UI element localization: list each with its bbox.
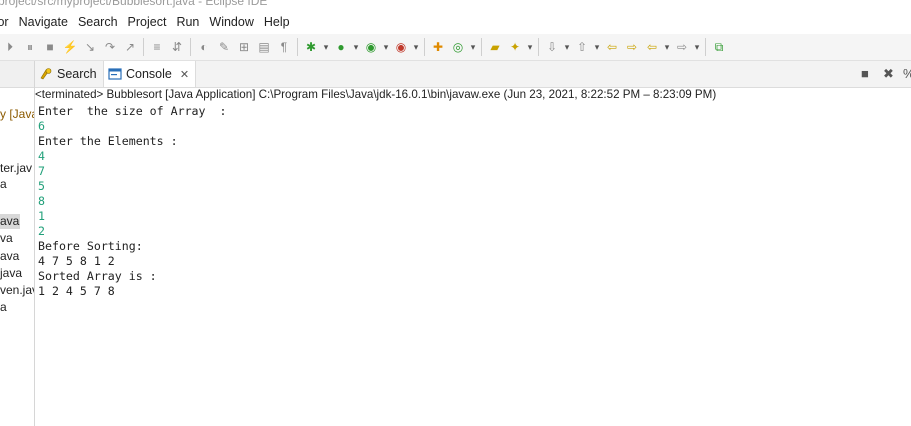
dropdown-arrow-icon[interactable]: ▾ [693, 39, 701, 55]
package-explorer-item[interactable]: ava [0, 214, 20, 229]
package-explorer-item[interactable]: a [0, 177, 7, 192]
dropdown-arrow-icon[interactable]: ▾ [593, 39, 601, 55]
close-icon[interactable]: ✕ [180, 68, 189, 81]
console-output-line: Sorted Array is : [38, 269, 157, 283]
new-java-package-icon[interactable]: ✚ [430, 39, 446, 55]
console-output-line: Enter the size of Array : [38, 104, 227, 118]
dropdown-arrow-icon[interactable]: ▾ [663, 39, 671, 55]
forward-edit-icon[interactable]: ⇨ [624, 39, 640, 55]
clear-console-icon[interactable]: ■ [861, 66, 869, 82]
console-output-line: Enter the Elements : [38, 134, 178, 148]
console-output-line: 1 2 4 5 7 8 [38, 284, 115, 298]
tab-search-label: Search [57, 67, 97, 81]
menu-search[interactable]: Search [78, 15, 125, 29]
step-over-icon[interactable]: ↷ [102, 39, 118, 55]
tab-search[interactable]: Search [35, 61, 103, 87]
package-explorer-item[interactable]: a [0, 300, 7, 315]
main-toolbar: ⏵ ⏸ ■ ⚡ ↘ ↷ ↗ ≡ ⇵ ◐ ✎ ⊞ ▤ ¶ ✱ ▾ ● ▾ ◉ ▾ ◉ ▾ ✚ ◎ ▾ ▰ ✦ ▾ ⇩ ▾ ⇧ ▾ ⇦ ⇨ ⇦ ▾ ⇨ ▾ ⧉ [0, 34, 911, 61]
window-title: project/src/myproject/Bubblesort.java - … [0, 0, 268, 8]
disconnect-icon[interactable]: ⚡ [62, 39, 78, 55]
console-input-line: 1 [38, 209, 45, 223]
console-input-line: 4 [38, 149, 45, 163]
menu-help[interactable]: Help [264, 15, 297, 29]
coverage-icon[interactable]: ◉ [363, 39, 379, 55]
toolbar-separator [705, 38, 706, 56]
dropdown-arrow-icon[interactable]: ▾ [322, 39, 330, 55]
suspend-icon[interactable]: ⏸ [22, 39, 38, 55]
console-input-line: 8 [38, 194, 45, 208]
console-output-line: Before Sorting: [38, 239, 143, 253]
package-explorer-pane: y [Java ter.jav a ava va ava java ven.jav a [0, 61, 35, 426]
menu-project[interactable]: Project [128, 15, 174, 29]
step-into-icon[interactable]: ↘ [82, 39, 98, 55]
run-icon[interactable]: ● [333, 39, 349, 55]
console-output-line: 4 7 5 8 1 2 [38, 254, 115, 268]
console-input-line: 2 [38, 224, 45, 238]
toolbar-separator [143, 38, 144, 56]
open-type-icon[interactable]: ⊞ [236, 39, 252, 55]
open-folder-icon[interactable]: ▰ [487, 39, 503, 55]
menu-run[interactable]: Run [176, 15, 206, 29]
dropdown-arrow-icon[interactable]: ▾ [563, 39, 571, 55]
console-input-line: 7 [38, 164, 45, 178]
console-input-line: 6 [38, 119, 45, 133]
package-explorer-item[interactable]: java [0, 266, 22, 281]
next-annotation-icon[interactable]: ⇩ [544, 39, 560, 55]
dropdown-arrow-icon[interactable]: ▾ [352, 39, 360, 55]
use-step-filters-icon[interactable]: ⇵ [169, 39, 185, 55]
open-perspective-icon[interactable]: ⧉ [711, 39, 727, 55]
search-icon[interactable]: ✦ [507, 39, 523, 55]
forward-icon[interactable]: ⇨ [674, 39, 690, 55]
package-explorer-item[interactable]: ava [0, 249, 19, 264]
toolbar-separator [481, 38, 482, 56]
console-icon [108, 67, 122, 81]
dropdown-arrow-icon[interactable]: ▾ [469, 39, 477, 55]
external-tools-icon[interactable]: ◉ [393, 39, 409, 55]
annotation-icon[interactable]: ✎ [216, 39, 232, 55]
show-whitespace-icon[interactable]: ▤ [256, 39, 272, 55]
debug-icon[interactable]: ✱ [303, 39, 319, 55]
menu-window[interactable]: Window [209, 15, 260, 29]
dropdown-arrow-icon[interactable]: ▾ [526, 39, 534, 55]
resume-icon[interactable]: ⏵ [2, 39, 18, 55]
package-explorer-item[interactable]: y [Java [0, 107, 34, 122]
new-class-icon[interactable]: ◎ [450, 39, 466, 55]
toolbar-separator [424, 38, 425, 56]
menu-navigate[interactable]: Navigate [19, 15, 75, 29]
console-output[interactable]: Enter the size of Array :6 Enter the Elem… [38, 104, 226, 299]
terminate-icon[interactable]: ■ [42, 39, 58, 55]
pilcrow-icon[interactable]: ¶ [276, 39, 292, 55]
dropdown-arrow-icon[interactable]: ▾ [382, 39, 390, 55]
package-explorer-item[interactable]: va [0, 231, 13, 246]
menu-bar: torNavigateSearchProjectRunWindow Help [0, 12, 911, 32]
last-edit-location-icon[interactable]: ⇦ [604, 39, 620, 55]
toolbar-separator [190, 38, 191, 56]
package-explorer-header [0, 61, 34, 88]
tab-console[interactable]: Console ✕ [103, 61, 197, 87]
console-input-line: 5 [38, 179, 45, 193]
menu-tor[interactable]: tor [0, 15, 16, 29]
drop-to-frame-icon[interactable]: ≡ [149, 39, 165, 55]
window-title-bar: project/src/myproject/Bubblesort.java - … [0, 0, 911, 10]
step-return-icon[interactable]: ↗ [122, 39, 138, 55]
console-view-tabbar: Search Console ✕ ■ ✖ % [35, 61, 911, 88]
pin-console-icon[interactable]: % [903, 66, 911, 82]
breakpoint-icon[interactable]: ◐ [196, 39, 212, 55]
prev-annotation-icon[interactable]: ⇧ [574, 39, 590, 55]
remove-launch-icon[interactable]: ✖ [883, 66, 894, 82]
dropdown-arrow-icon[interactable]: ▾ [412, 39, 420, 55]
toolbar-separator [538, 38, 539, 56]
toolbar-separator [297, 38, 298, 56]
tab-console-label: Console [126, 67, 172, 81]
package-explorer-item[interactable]: ven.jav [0, 283, 34, 298]
back-icon[interactable]: ⇦ [644, 39, 660, 55]
search-icon [39, 67, 53, 81]
package-explorer-item[interactable]: ter.jav [0, 161, 32, 176]
console-launch-status: <terminated> Bubblesort [Java Applicatio… [35, 88, 717, 101]
